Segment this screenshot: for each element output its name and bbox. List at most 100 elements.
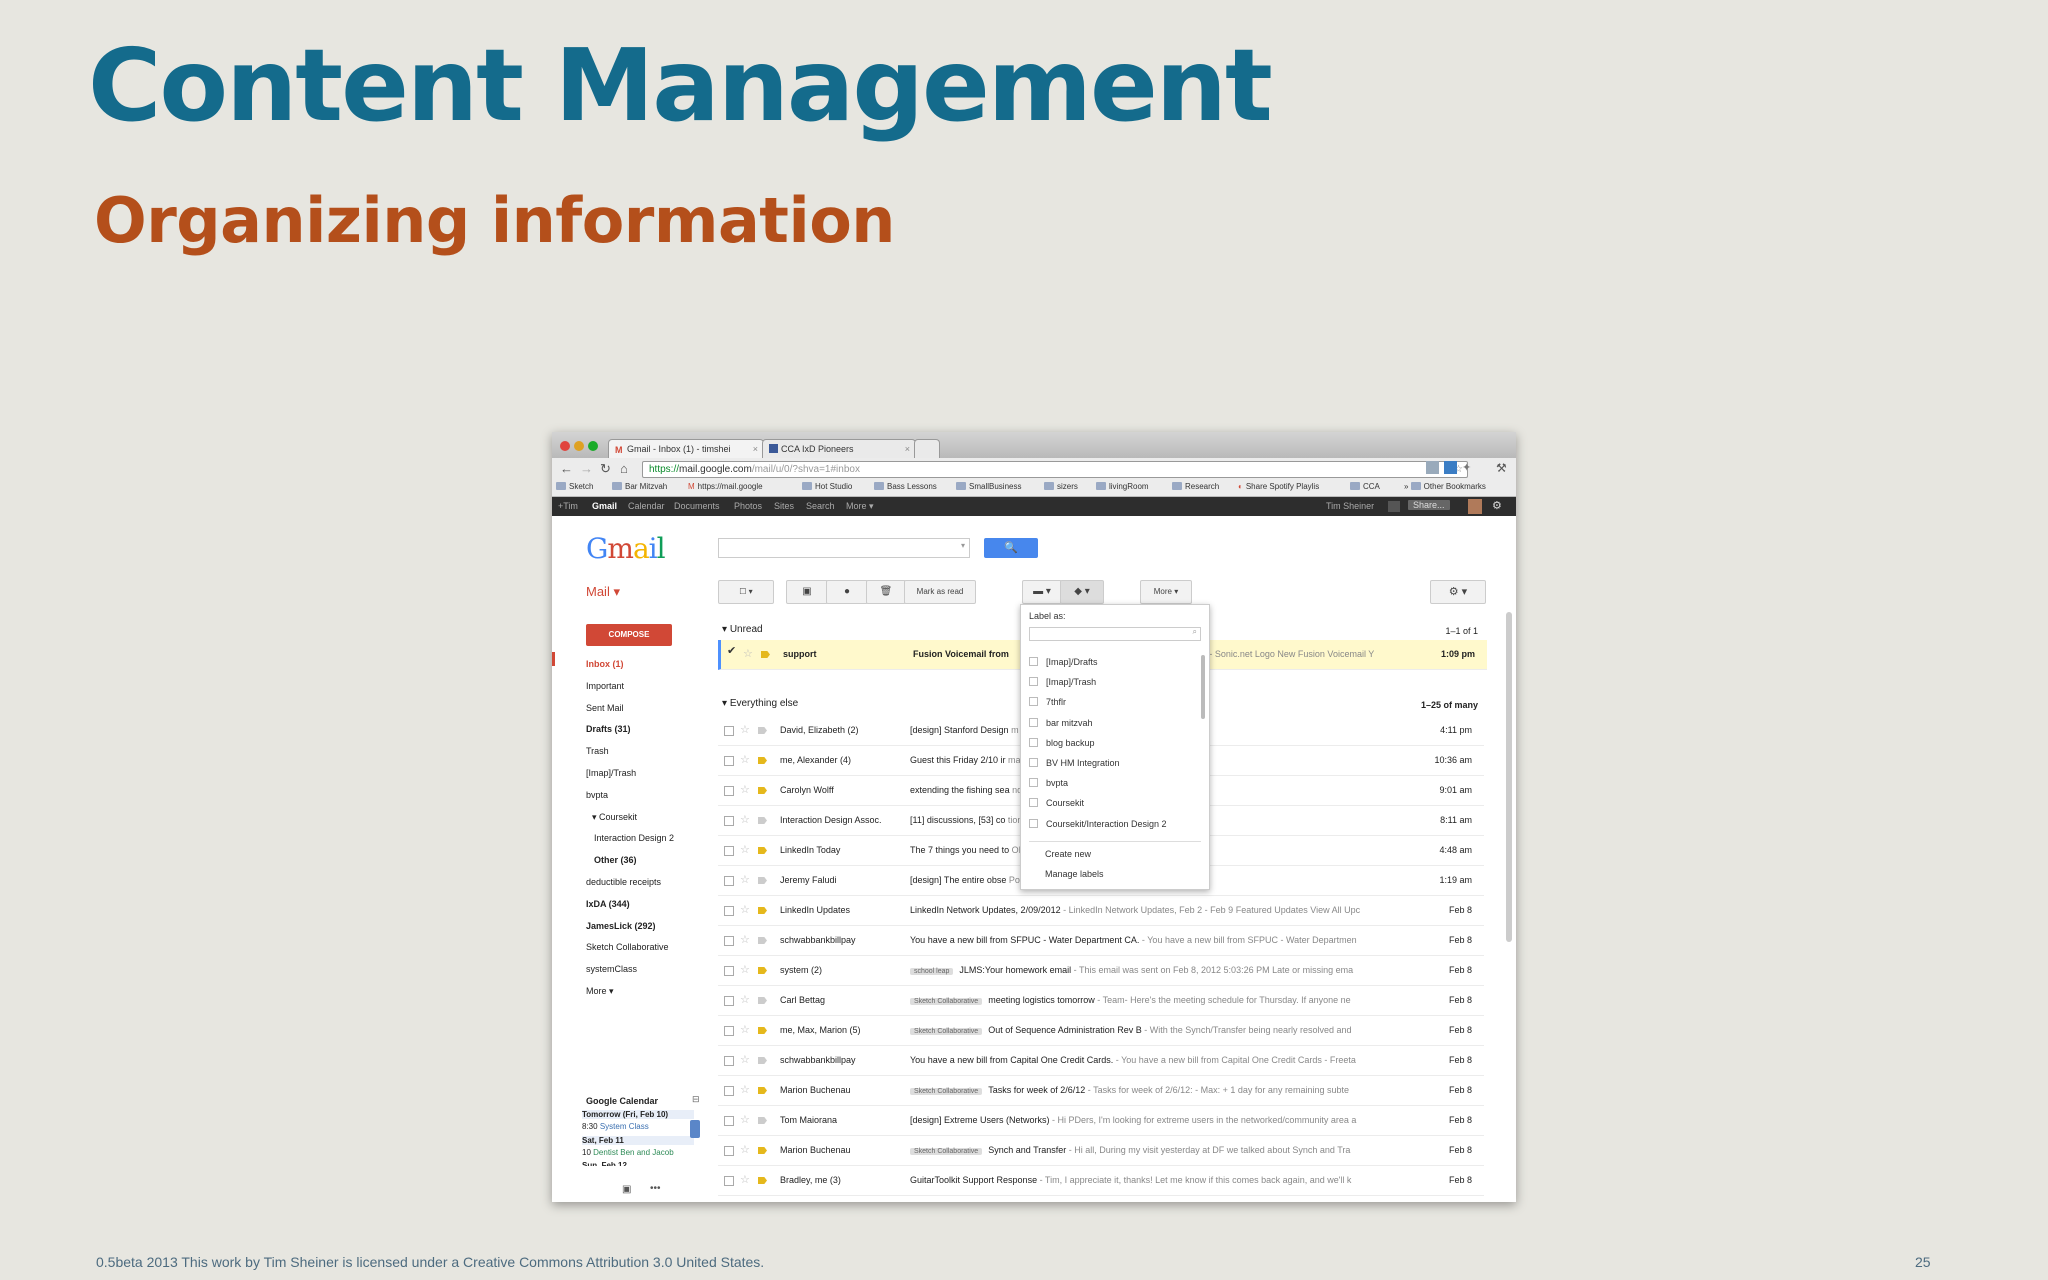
more-actions-button[interactable]: More ▾ [1140, 580, 1192, 604]
checkbox[interactable] [1029, 657, 1038, 666]
bookmark[interactable]: Sketch [556, 482, 593, 491]
important-marker-icon[interactable] [758, 1027, 767, 1034]
star-icon[interactable]: ☆ [740, 1173, 750, 1186]
star-icon[interactable]: ☆ [740, 1023, 750, 1036]
checkbox[interactable] [1029, 697, 1038, 707]
checkbox[interactable] [724, 876, 734, 886]
checkbox[interactable] [724, 816, 734, 826]
checkbox[interactable] [1029, 778, 1038, 788]
star-icon[interactable]: ☆ [740, 723, 750, 736]
close-window-icon[interactable] [560, 441, 570, 451]
important-marker-icon[interactable] [758, 757, 767, 764]
manage-labels[interactable]: Manage labels [1045, 869, 1104, 879]
checkbox-checked-icon[interactable]: ✔ [727, 644, 736, 657]
avatar[interactable] [1468, 499, 1482, 514]
bookmark[interactable]: Research [1172, 482, 1219, 491]
puzzle-icon[interactable]: ✦ [1462, 461, 1475, 474]
checkbox[interactable] [724, 1026, 734, 1036]
important-marker-icon[interactable] [758, 937, 767, 944]
star-icon[interactable]: ☆ [740, 783, 750, 796]
sidebar-label[interactable]: Inbox (1) [586, 659, 624, 669]
chat-icon[interactable]: ▣ [622, 1184, 631, 1195]
label-chip[interactable]: Sketch Collaborative [910, 1028, 983, 1035]
label-option[interactable]: bvpta [1029, 778, 1068, 788]
important-marker-icon[interactable] [758, 1147, 767, 1154]
label-option[interactable]: bar mitzvah [1029, 717, 1093, 728]
star-icon[interactable]: ☆ [740, 903, 750, 916]
label-chip[interactable]: Sketch Collaborative [910, 1088, 983, 1095]
sidebar-label[interactable]: deductible receipts [586, 877, 661, 887]
important-marker-icon[interactable] [758, 907, 767, 914]
sidebar-label[interactable]: IxDA (344) [586, 899, 630, 909]
gbar-photos[interactable]: Photos [734, 501, 762, 511]
scrollbar[interactable] [1506, 612, 1512, 942]
bookmark[interactable]: Mhttps://mail.google [688, 482, 763, 491]
table-row[interactable]: ☆ schwabbankbillpay You have a new bill fr… [718, 1046, 1484, 1076]
label-option[interactable]: [Imap]/Trash [1029, 677, 1096, 687]
important-marker-icon[interactable] [758, 997, 767, 1004]
close-tab-icon[interactable]: × [753, 440, 758, 459]
checkbox[interactable] [724, 996, 734, 1006]
tab-cca[interactable]: CCA IxD Pioneers × [762, 439, 916, 459]
gbar-calendar[interactable]: Calendar [628, 501, 665, 511]
search-options-icon[interactable]: ▾ [961, 541, 965, 550]
gbar-user-name[interactable]: Tim Sheiner [1326, 501, 1374, 511]
label-option[interactable]: BV HM Integration [1029, 758, 1120, 768]
checkbox[interactable] [724, 1086, 734, 1096]
label-option[interactable]: Coursekit [1029, 798, 1084, 808]
important-marker-icon[interactable] [758, 787, 767, 794]
settings-gear-icon[interactable]: ⚙ ▾ [1430, 580, 1486, 604]
share-button[interactable]: Share... [1408, 500, 1450, 510]
important-marker-icon[interactable] [758, 727, 767, 734]
collapse-icon[interactable]: ▾ [722, 624, 730, 635]
star-icon[interactable]: ☆ [740, 933, 750, 946]
label-option[interactable]: blog backup [1029, 737, 1095, 748]
gbar-documents[interactable]: Documents [674, 501, 720, 511]
home-icon[interactable]: ⌂ [620, 461, 628, 476]
other-bookmarks[interactable]: » Other Bookmarks [1404, 482, 1486, 491]
checkbox[interactable] [1029, 677, 1038, 687]
label-option[interactable]: [Imap]/Drafts [1029, 657, 1098, 667]
sidebar-label[interactable]: Sent Mail [586, 703, 624, 713]
label-chip[interactable]: school leap [910, 968, 954, 975]
important-marker-icon[interactable] [758, 847, 767, 854]
labels-tag-icon[interactable]: ◆ ▾ [1060, 580, 1104, 604]
delete-icon[interactable]: 🗑 [866, 580, 906, 604]
label-option[interactable]: 7thflr [1029, 697, 1066, 707]
move-to-folder-icon[interactable]: ▬ ▾ [1022, 580, 1062, 604]
sidebar-label[interactable]: More ▾ [586, 986, 614, 997]
table-row[interactable]: ☆ Carl Bettag Sketch Collaborative meeting … [718, 986, 1484, 1016]
checkbox[interactable] [1029, 758, 1038, 767]
table-row[interactable]: ☆ Tom Maiorana [design] Extreme Users (Net… [718, 1106, 1484, 1136]
calendar-event[interactable]: 10 Dentist Ben and Jacob [582, 1148, 674, 1157]
checkbox[interactable] [724, 846, 734, 856]
address-bar[interactable]: https://mail.google.com/mail/u/0/?shva=1… [642, 461, 1468, 478]
checkbox[interactable] [724, 1176, 734, 1186]
label-option[interactable]: Coursekit/Interaction Design 2 [1029, 818, 1167, 829]
calendar-event[interactable]: 8:30 System Class [582, 1122, 649, 1131]
star-icon[interactable]: ☆ [740, 1053, 750, 1066]
select-checkbox-button[interactable]: ☐ ▾ [718, 580, 774, 604]
checkbox[interactable] [724, 1116, 734, 1126]
important-marker-icon[interactable] [758, 1057, 767, 1064]
calendar-scroll-icon[interactable] [690, 1120, 700, 1138]
search-button[interactable]: 🔍 [984, 538, 1038, 558]
checkbox[interactable] [724, 756, 734, 766]
reload-icon[interactable]: ↻ [600, 461, 611, 477]
gmail-logo[interactable]: Gmail [586, 532, 666, 565]
checkbox[interactable] [724, 1146, 734, 1156]
extension-icon[interactable] [1426, 461, 1439, 474]
star-icon[interactable]: ☆ [740, 813, 750, 826]
gbar-plus-tim[interactable]: +Tim [558, 501, 578, 511]
label-chip[interactable]: Sketch Collaborative [910, 998, 983, 1005]
close-tab-icon[interactable]: × [905, 440, 910, 459]
archive-icon[interactable]: ▣ [786, 580, 828, 604]
sidebar-label[interactable]: ▾ Coursekit [592, 812, 637, 823]
collapse-gadget-icon[interactable]: ⊟ [692, 1094, 700, 1105]
important-marker-icon[interactable] [758, 1117, 767, 1124]
star-icon[interactable]: ☆ [740, 1143, 750, 1156]
bookmark[interactable]: CCA [1350, 482, 1380, 491]
label-search-input[interactable]: ⌕ [1029, 627, 1201, 641]
checkbox[interactable] [1029, 717, 1038, 727]
important-marker-icon[interactable] [758, 877, 767, 884]
